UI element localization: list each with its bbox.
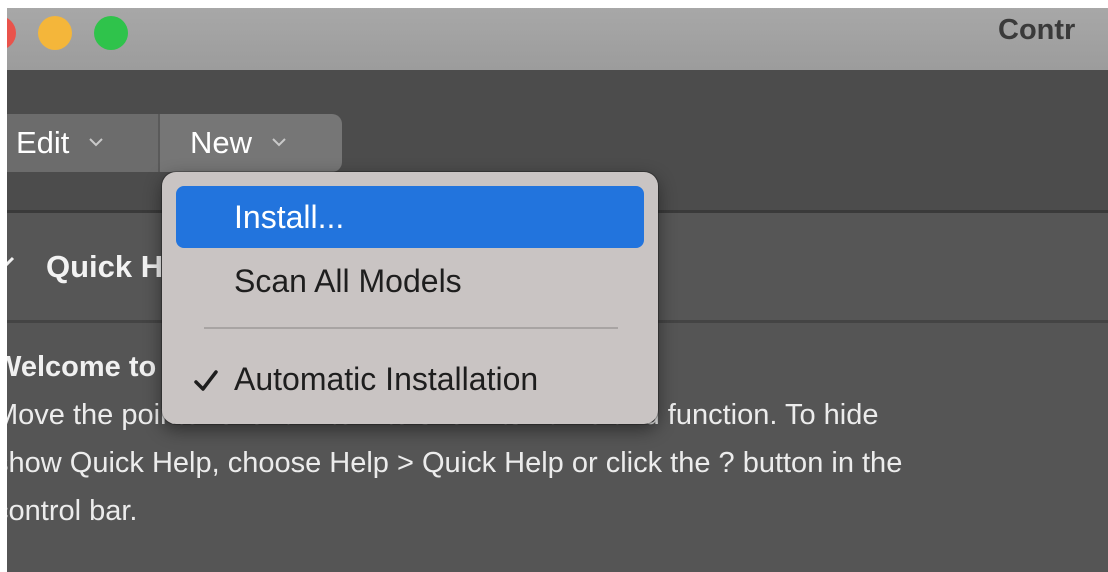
quick-help-text-line: show Quick Help, choose Help > Quick Hel… xyxy=(0,447,903,479)
menu-item-install[interactable]: Install... xyxy=(176,186,644,248)
menu-item-label: Install... xyxy=(234,198,345,235)
chevron-down-icon xyxy=(89,137,104,149)
minimize-window-button[interactable] xyxy=(38,16,72,50)
menu-item-label: Automatic Installation xyxy=(234,360,539,397)
new-menu-label: New xyxy=(190,125,253,160)
new-menu-button[interactable]: New xyxy=(160,114,342,172)
menu-separator xyxy=(204,327,618,329)
edit-menu-button[interactable]: Edit xyxy=(0,114,160,172)
checkmark-icon xyxy=(192,366,220,394)
menu-item-automatic-installation[interactable]: Automatic Installation xyxy=(176,348,644,410)
new-dropdown-menu: Install... Scan All Models Automatic Ins… xyxy=(162,172,658,424)
menu-item-scan-all-models[interactable]: Scan All Models xyxy=(176,250,644,312)
title-bar: Contr xyxy=(0,0,1108,70)
chevron-down-icon xyxy=(272,137,286,149)
menu-item-label: Scan All Models xyxy=(234,262,462,299)
app-window: Contr Edit New Quick Help Welcome to Log… xyxy=(0,0,1108,572)
page-edge-left xyxy=(0,0,7,572)
edit-menu-label: Edit xyxy=(16,125,70,160)
menu-segmented-control: Edit New xyxy=(0,114,342,172)
window-title: Contr xyxy=(998,14,1076,46)
zoom-window-button[interactable] xyxy=(94,16,128,50)
page-edge-top xyxy=(0,0,1108,8)
quick-help-text-line: control bar. xyxy=(0,495,138,527)
